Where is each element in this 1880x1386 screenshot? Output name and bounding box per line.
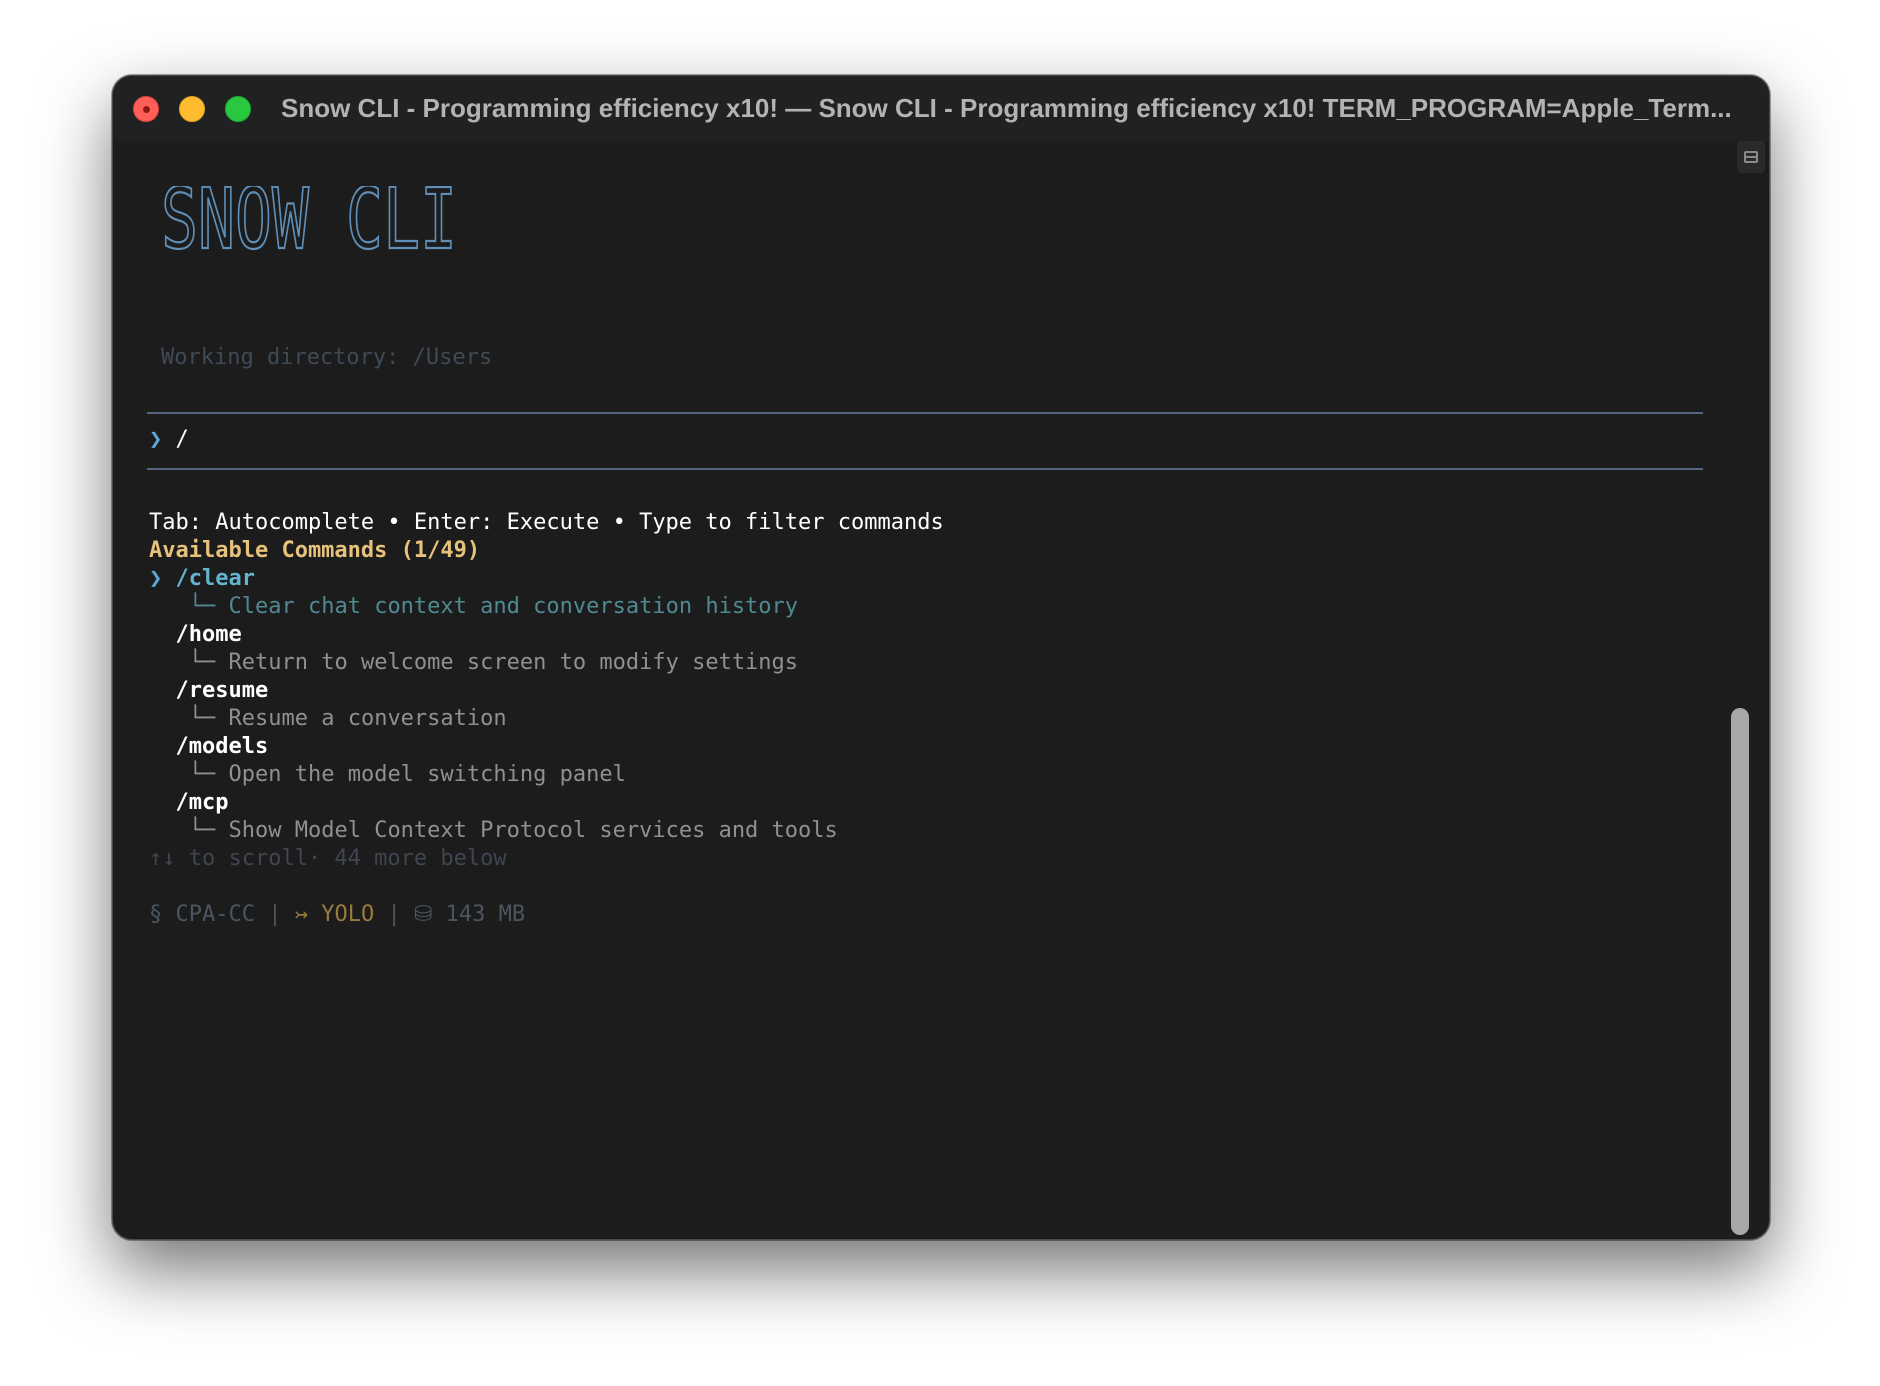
profile-icon: § [149,902,163,927]
command-description: └─ Return to welcome screen to modify se… [188,650,799,675]
command-description: └─ Open the model switching panel [188,762,626,787]
window-title: Snow CLI - Programming efficiency x10! —… [281,93,1732,123]
command-name: /resume [175,678,269,703]
working-directory: Working directory: /Users [161,345,493,370]
mode-icon: ↣ [294,902,308,927]
command-item-models[interactable]: /models [149,733,269,761]
scroll-toggle-icon[interactable] [1737,141,1765,173]
command-name: /home [175,622,242,647]
snow-cli-logo: SNOW CLI [161,186,458,256]
command-description: └─ Resume a conversation [188,706,507,731]
command-item-clear[interactable]: ❯ /clear [149,565,255,593]
selected-chevron-icon: ❯ [149,566,163,591]
command-description: └─ Show Model Context Protocol services … [188,818,838,843]
close-button[interactable] [133,96,159,122]
title-bar[interactable]: Snow CLI - Programming efficiency x10! —… [113,76,1769,141]
scrollbar-thumb[interactable] [1731,708,1749,1235]
memory-usage: 143 MB [445,902,526,927]
branch-glyph: └─ [188,706,216,731]
command-description: └─ Clear chat context and conversation h… [188,594,799,619]
profile-name: CPA-CC [175,902,255,927]
memory-icon: ⛁ [413,902,433,927]
zoom-button[interactable] [225,96,251,122]
available-commands-label: Available Commands (1/49) [149,538,481,563]
minimize-button[interactable] [179,96,205,122]
branch-glyph: └─ [188,594,216,619]
status-bar: § CPA-CC | ↣ YOLO | ⛁ 143 MB [149,902,526,927]
branch-glyph: └─ [188,650,216,675]
branch-glyph: └─ [188,818,216,843]
input-top-rule [147,412,1703,414]
command-item-resume[interactable]: /resume [149,677,269,705]
command-input[interactable]: ❯ / [149,426,189,454]
command-item-mcp[interactable]: /mcp [149,789,229,817]
command-name: /mcp [175,790,229,815]
command-name: /clear [175,566,255,591]
mode-badge: YOLO [321,902,375,927]
command-name: /models [175,734,269,759]
input-value[interactable]: / [176,427,189,452]
branch-glyph: └─ [188,762,216,787]
command-item-home[interactable]: /home [149,621,242,649]
input-bottom-rule [147,468,1703,470]
terminal-window: Snow CLI - Programming efficiency x10! —… [112,75,1770,1240]
help-hint: Tab: Autocomplete • Enter: Execute • Typ… [149,510,944,535]
prompt-chevron-icon: ❯ [149,427,163,452]
scroll-hint: ↑↓ to scroll· 44 more below [149,846,507,871]
svg-text:SNOW CLI: SNOW CLI [161,186,457,256]
